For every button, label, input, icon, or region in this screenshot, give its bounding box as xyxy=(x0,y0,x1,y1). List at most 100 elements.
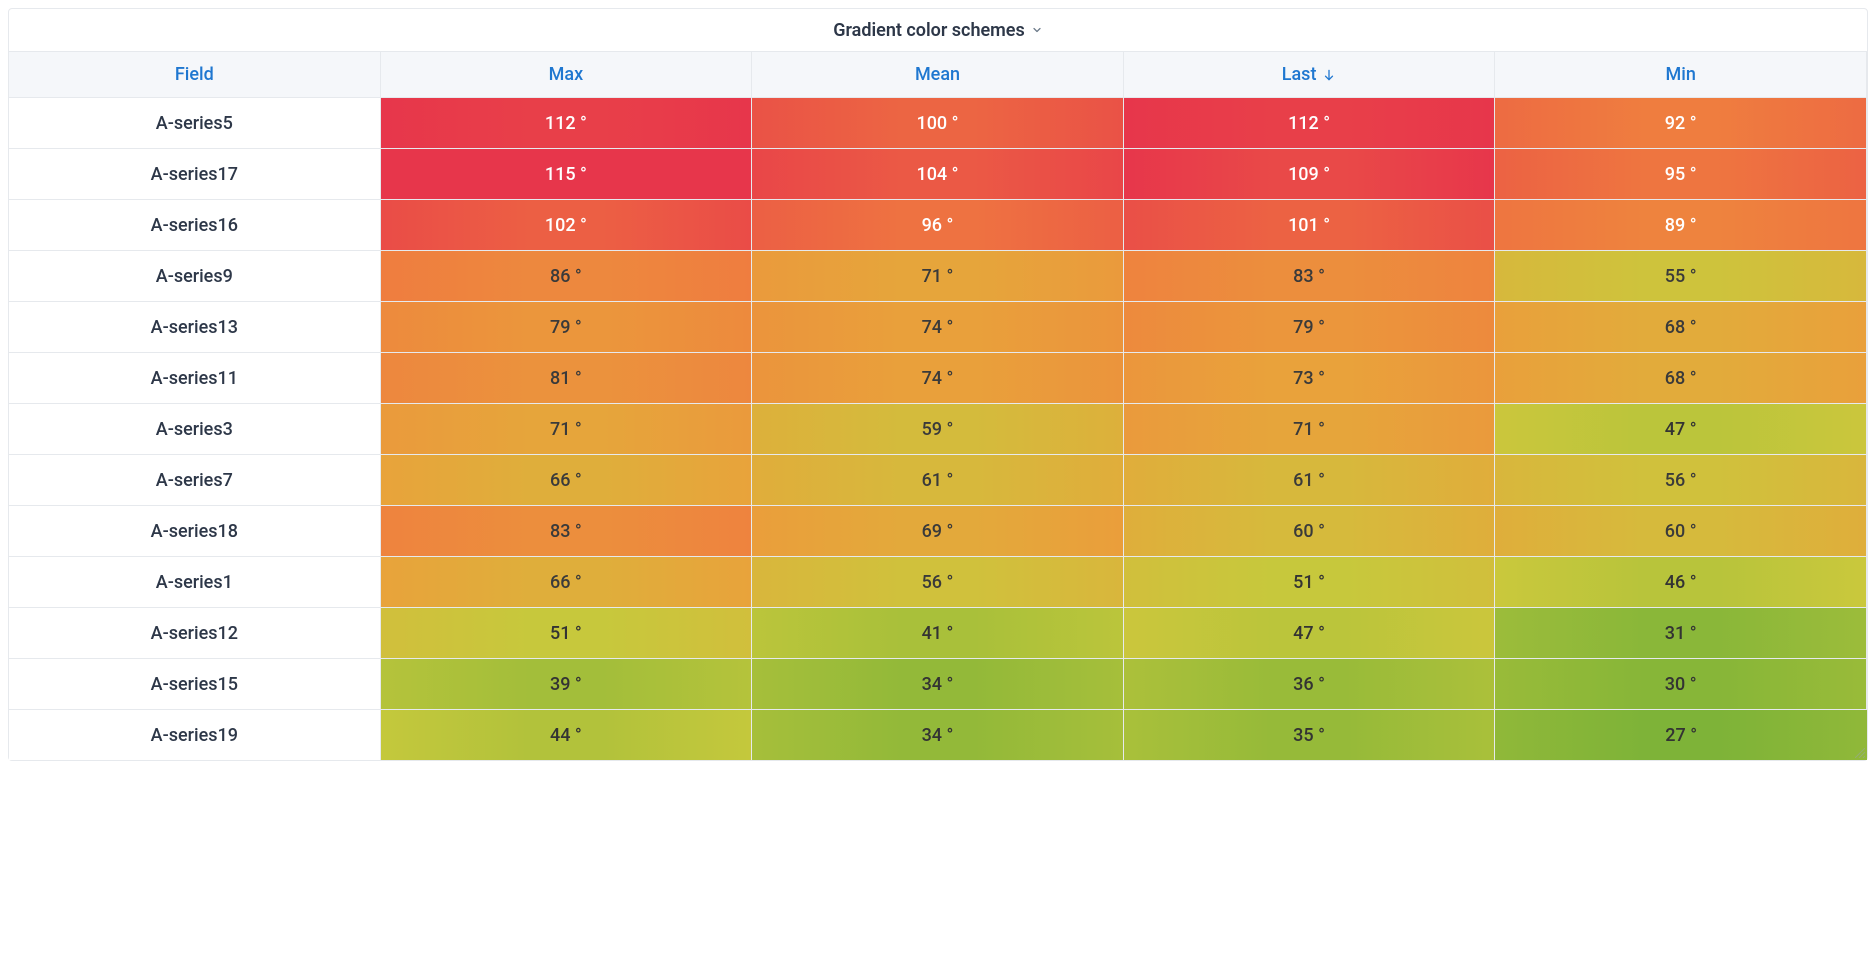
field-cell[interactable]: A-series18 xyxy=(9,505,381,556)
value-cell: 44 ° xyxy=(381,709,753,760)
field-cell[interactable]: A-series15 xyxy=(9,658,381,709)
value-cell: 47 ° xyxy=(1495,403,1867,454)
value-label: 92 ° xyxy=(1665,113,1697,134)
value-cell: 89 ° xyxy=(1495,199,1867,250)
value-label: 46 ° xyxy=(1665,572,1697,593)
column-header-field[interactable]: Field xyxy=(9,51,381,97)
column-header-label: Last xyxy=(1282,64,1317,85)
value-cell: 61 ° xyxy=(752,454,1124,505)
value-label: 51 ° xyxy=(550,623,582,644)
column-header-mean[interactable]: Mean xyxy=(752,51,1124,97)
field-cell[interactable]: A-series17 xyxy=(9,148,381,199)
field-cell[interactable]: A-series3 xyxy=(9,403,381,454)
column-header-label: Min xyxy=(1666,64,1696,85)
value-label: 101 ° xyxy=(1288,215,1330,236)
value-cell: 83 ° xyxy=(1124,250,1496,301)
arrow-down-icon xyxy=(1322,68,1336,82)
value-cell: 71 ° xyxy=(381,403,753,454)
value-label: 74 ° xyxy=(922,368,954,389)
value-label: 79 ° xyxy=(1293,317,1325,338)
field-label: A-series11 xyxy=(151,368,238,389)
value-label: 95 ° xyxy=(1665,164,1697,185)
field-cell[interactable]: A-series12 xyxy=(9,607,381,658)
field-cell[interactable]: A-series9 xyxy=(9,250,381,301)
field-label: A-series5 xyxy=(156,113,233,134)
value-cell: 112 ° xyxy=(381,97,753,148)
value-cell: 56 ° xyxy=(752,556,1124,607)
field-label: A-series7 xyxy=(156,470,233,491)
value-cell: 35 ° xyxy=(1124,709,1496,760)
value-label: 68 ° xyxy=(1665,368,1697,389)
field-label: A-series19 xyxy=(151,725,238,746)
panel-title-text: Gradient color schemes xyxy=(833,20,1025,41)
value-label: 27 ° xyxy=(1665,725,1697,746)
value-label: 96 ° xyxy=(922,215,954,236)
field-label: A-series16 xyxy=(151,215,238,236)
value-label: 56 ° xyxy=(1665,470,1697,491)
field-label: A-series3 xyxy=(156,419,233,440)
value-label: 71 ° xyxy=(922,266,954,287)
value-cell: 68 ° xyxy=(1495,352,1867,403)
field-cell[interactable]: A-series5 xyxy=(9,97,381,148)
value-label: 83 ° xyxy=(550,521,582,542)
value-cell: 68 ° xyxy=(1495,301,1867,352)
field-cell[interactable]: A-series11 xyxy=(9,352,381,403)
value-cell: 61 ° xyxy=(1124,454,1496,505)
value-cell: 36 ° xyxy=(1124,658,1496,709)
value-cell: 66 ° xyxy=(381,556,753,607)
value-label: 34 ° xyxy=(922,725,954,746)
field-cell[interactable]: A-series19 xyxy=(9,709,381,760)
value-label: 55 ° xyxy=(1665,266,1697,287)
value-cell: 51 ° xyxy=(381,607,753,658)
value-cell: 39 ° xyxy=(381,658,753,709)
field-label: A-series15 xyxy=(151,674,238,695)
value-cell: 60 ° xyxy=(1495,505,1867,556)
field-cell[interactable]: A-series1 xyxy=(9,556,381,607)
value-label: 51 ° xyxy=(1293,572,1325,593)
value-label: 71 ° xyxy=(1293,419,1325,440)
value-cell: 56 ° xyxy=(1495,454,1867,505)
value-cell: 34 ° xyxy=(752,658,1124,709)
panel: Gradient color schemes Field Max Mean Last M… xyxy=(8,8,1868,761)
value-cell: 66 ° xyxy=(381,454,753,505)
value-label: 34 ° xyxy=(922,674,954,695)
value-label: 59 ° xyxy=(922,419,954,440)
field-cell[interactable]: A-series7 xyxy=(9,454,381,505)
value-cell: 95 ° xyxy=(1495,148,1867,199)
column-header-label: Max xyxy=(549,64,584,85)
value-label: 68 ° xyxy=(1665,317,1697,338)
value-label: 100 ° xyxy=(916,113,958,134)
value-cell: 34 ° xyxy=(752,709,1124,760)
value-label: 47 ° xyxy=(1665,419,1697,440)
field-label: A-series18 xyxy=(151,521,238,542)
value-label: 35 ° xyxy=(1293,725,1325,746)
field-cell[interactable]: A-series13 xyxy=(9,301,381,352)
field-cell[interactable]: A-series16 xyxy=(9,199,381,250)
column-header-label: Mean xyxy=(915,64,960,85)
field-label: A-series9 xyxy=(156,266,233,287)
value-cell: 69 ° xyxy=(752,505,1124,556)
value-cell: 79 ° xyxy=(381,301,753,352)
value-label: 74 ° xyxy=(922,317,954,338)
value-cell: 112 ° xyxy=(1124,97,1496,148)
value-label: 60 ° xyxy=(1293,521,1325,542)
resize-handle-icon[interactable] xyxy=(1855,748,1865,758)
column-header-label: Field xyxy=(175,64,214,85)
value-label: 39 ° xyxy=(550,674,582,695)
value-cell: 30 ° xyxy=(1495,658,1867,709)
panel-title[interactable]: Gradient color schemes xyxy=(9,9,1867,51)
value-label: 104 ° xyxy=(916,164,958,185)
value-label: 56 ° xyxy=(922,572,954,593)
column-header-min[interactable]: Min xyxy=(1495,51,1867,97)
value-cell: 60 ° xyxy=(1124,505,1496,556)
value-cell: 47 ° xyxy=(1124,607,1496,658)
column-header-last[interactable]: Last xyxy=(1124,51,1496,97)
value-cell: 109 ° xyxy=(1124,148,1496,199)
value-cell: 41 ° xyxy=(752,607,1124,658)
value-label: 71 ° xyxy=(550,419,582,440)
value-label: 61 ° xyxy=(922,470,954,491)
value-cell: 27 ° xyxy=(1495,709,1867,760)
column-header-max[interactable]: Max xyxy=(381,51,753,97)
value-cell: 74 ° xyxy=(752,352,1124,403)
value-cell: 59 ° xyxy=(752,403,1124,454)
